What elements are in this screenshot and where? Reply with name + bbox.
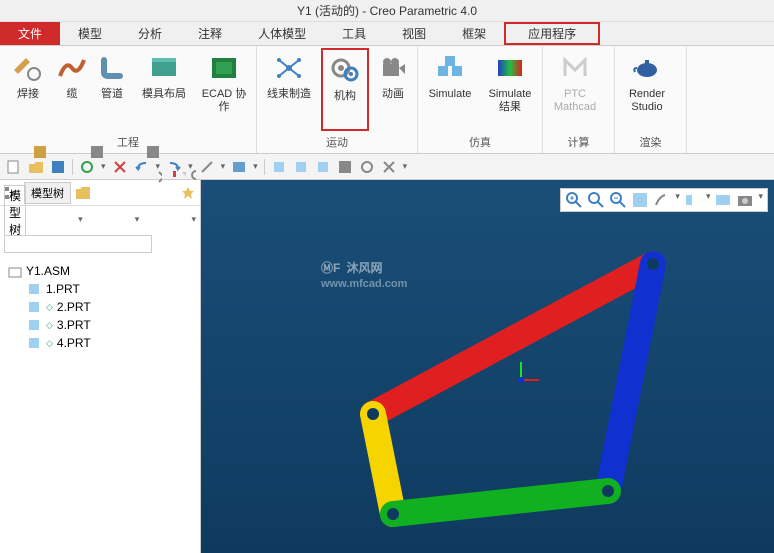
group-simulation: 仿真 [422, 131, 538, 153]
group-compute: 计算 [547, 131, 610, 153]
persp-icon[interactable] [714, 191, 732, 209]
tree-part-1[interactable]: 1.PRT [8, 280, 192, 298]
camera-icon [377, 52, 409, 84]
tab-manikin[interactable]: 人体模型 [240, 22, 324, 45]
repaint-icon[interactable] [631, 191, 649, 209]
btn-mathcad[interactable]: PTC Mathcad [547, 48, 603, 131]
style-icon[interactable] [653, 191, 671, 209]
part-icon [28, 336, 42, 350]
zoomin-icon[interactable] [565, 191, 583, 209]
view-toolbar: ▾ ▾ ▾ [560, 188, 768, 212]
box1-icon[interactable] [271, 159, 287, 175]
tree-asm[interactable]: Y1.ASM [8, 262, 192, 280]
zoomfit-icon[interactable] [587, 191, 605, 209]
tab-view[interactable]: 视图 [384, 22, 444, 45]
btn-pipe[interactable]: 管道 [92, 48, 132, 131]
ecad-icon [208, 52, 240, 84]
btn-cable[interactable]: 缆 [56, 48, 88, 131]
group-motion: 运动 [261, 131, 413, 153]
part-icon [28, 300, 42, 314]
tab-tools[interactable]: 工具 [324, 22, 384, 45]
cube-icon [434, 52, 466, 84]
btn-mold[interactable]: 模具布局 [136, 48, 192, 131]
btn-weld[interactable]: 焊接 [4, 48, 52, 131]
btn-animation[interactable]: 动画 [373, 48, 413, 131]
sidebar: 模型树 模型树 ▾ ▾ ▾ ▾ Y1.ASM 1.PRT ◇2.PRT [0, 180, 201, 553]
teapot-icon [631, 52, 663, 84]
weld-icon [12, 52, 44, 84]
box3-icon[interactable] [315, 159, 331, 175]
part-icon [28, 282, 42, 296]
window-title: Y1 (活动的) - Creo Parametric 4.0 [0, 0, 774, 22]
part-icon [28, 318, 42, 332]
btn-mechanism[interactable]: 机构 [321, 48, 369, 131]
menu-bar: 文件 模型 分析 注释 人体模型 工具 视图 框架 应用程序 [0, 22, 774, 46]
mathcad-icon [559, 52, 591, 84]
image-icon[interactable] [231, 159, 247, 175]
search-input[interactable] [4, 235, 152, 253]
snapshot-icon[interactable] [736, 191, 754, 209]
tab-frame[interactable]: 框架 [444, 22, 504, 45]
harness-icon [273, 52, 305, 84]
new-icon[interactable] [6, 159, 22, 175]
tree-part-2[interactable]: ◇2.PRT [8, 298, 192, 316]
btn-simresults[interactable]: Simulate 结果 [482, 48, 538, 131]
tab-model[interactable]: 模型 [60, 22, 120, 45]
viewport[interactable]: ⓂF 沐风网 www.mfcad.com ▾ ▾ [201, 180, 774, 553]
tree-part-3[interactable]: ◇3.PRT [8, 316, 192, 334]
btn-harness[interactable]: 线束制造 [261, 48, 317, 131]
spectrum-icon [494, 52, 526, 84]
linkage-model [201, 180, 774, 553]
tree-part-4[interactable]: ◇4.PRT [8, 334, 192, 352]
tab-analysis[interactable]: 分析 [120, 22, 180, 45]
gear-icon [329, 54, 361, 86]
model-tree: Y1.ASM 1.PRT ◇2.PRT ◇3.PRT ◇4.PRT [0, 256, 200, 358]
pipe-icon [96, 52, 128, 84]
box2-icon[interactable] [293, 159, 309, 175]
zoomout-icon[interactable] [609, 191, 627, 209]
disk-icon[interactable] [337, 159, 353, 175]
cable-icon [56, 52, 88, 84]
wand-icon[interactable] [199, 159, 215, 175]
asm-icon [8, 264, 22, 278]
ribbon: 焊接 缆 管道 模具布局 ECAD 协作 工程 线束制造 机构 动画 运动 Si… [0, 46, 774, 154]
tab-annotate[interactable]: 注释 [180, 22, 240, 45]
views-icon[interactable] [684, 191, 702, 209]
btn-simulate[interactable]: Simulate [422, 48, 478, 131]
group-render: 渲染 [619, 131, 682, 153]
btn-render[interactable]: Render Studio [619, 48, 675, 131]
filter-icon[interactable] [359, 159, 375, 175]
tab-file[interactable]: 文件 [0, 22, 60, 45]
mold-icon [148, 52, 180, 84]
btn-ecad[interactable]: ECAD 协作 [196, 48, 252, 131]
tab-apps[interactable]: 应用程序 [504, 22, 600, 45]
close2-icon[interactable] [381, 159, 397, 175]
